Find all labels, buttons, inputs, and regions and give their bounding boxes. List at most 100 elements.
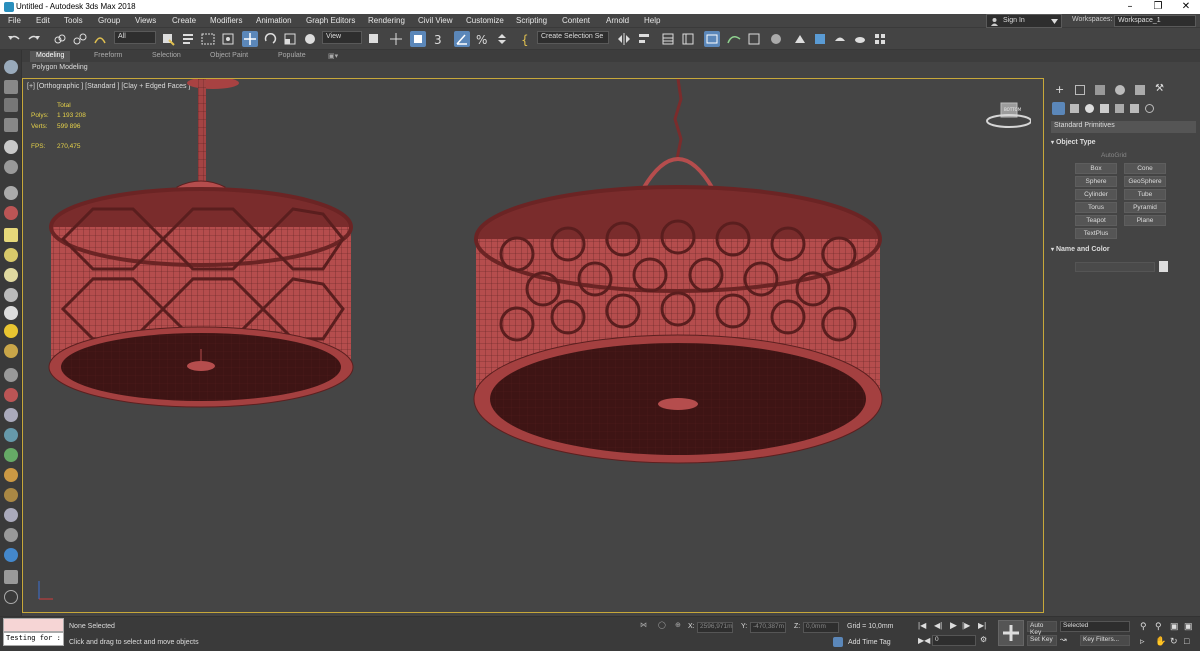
select-object-icon[interactable] bbox=[160, 31, 176, 47]
zoom-extents-icon[interactable]: ▣ bbox=[1170, 621, 1179, 632]
set-keys-button[interactable] bbox=[998, 620, 1024, 646]
menu-tools[interactable]: Tools bbox=[64, 16, 83, 25]
menu-content[interactable]: Content bbox=[562, 16, 590, 25]
sun-icon[interactable] bbox=[4, 324, 18, 338]
tab-modeling[interactable]: Modeling bbox=[30, 51, 71, 62]
menu-file[interactable]: File bbox=[8, 16, 21, 25]
named-selection-dropdown[interactable]: Create Selection Se bbox=[537, 31, 609, 44]
menu-rendering[interactable]: Rendering bbox=[368, 16, 405, 25]
mirror-icon[interactable] bbox=[616, 31, 632, 47]
hierarchy-tab-icon[interactable] bbox=[1095, 85, 1105, 95]
align-icon[interactable] bbox=[636, 31, 652, 47]
render-icon[interactable] bbox=[4, 548, 18, 562]
zoom-extents-all-icon[interactable]: ▣ bbox=[1184, 621, 1193, 632]
a360-gallery-icon[interactable] bbox=[872, 31, 888, 47]
disc-icon[interactable] bbox=[4, 344, 18, 358]
create-tab-icon[interactable]: + bbox=[1055, 83, 1064, 96]
menu-edit[interactable]: Edit bbox=[36, 16, 50, 25]
cameras-category-icon[interactable] bbox=[1100, 104, 1109, 113]
workspace-dropdown[interactable]: Workspace_1 bbox=[1114, 15, 1196, 27]
previous-frame-icon[interactable]: ◀| bbox=[934, 621, 942, 630]
selection-lock-icon[interactable]: ◯ bbox=[658, 621, 666, 629]
zoom-all-icon[interactable]: ⚲ bbox=[1155, 621, 1162, 632]
object-name-field[interactable] bbox=[1075, 262, 1155, 272]
menu-civil-view[interactable]: Civil View bbox=[418, 16, 453, 25]
scene-explorer-icon[interactable] bbox=[4, 80, 18, 94]
help-icon[interactable] bbox=[4, 590, 18, 604]
auto-key-button[interactable]: Auto Key bbox=[1027, 621, 1057, 636]
display-tab-icon[interactable] bbox=[1135, 85, 1145, 95]
reference-coordinate-dropdown[interactable]: View bbox=[322, 31, 362, 44]
object-color-swatch[interactable] bbox=[1159, 261, 1168, 272]
menu-arnold[interactable]: Arnold bbox=[606, 16, 629, 25]
time-config-icon[interactable]: ⚙ bbox=[980, 635, 987, 644]
object-type-rollout-header[interactable]: ▾ Object Type bbox=[1051, 139, 1196, 150]
box-button[interactable]: Box bbox=[1075, 163, 1117, 174]
isolate-selection-icon[interactable]: ⋈ bbox=[640, 621, 647, 629]
modify-tab-icon[interactable] bbox=[1075, 85, 1085, 95]
go-to-end-icon[interactable]: ▶| bbox=[978, 621, 986, 630]
menu-animation[interactable]: Animation bbox=[256, 16, 292, 25]
go-to-start-icon[interactable]: |◀ bbox=[918, 621, 926, 630]
select-and-scale-icon[interactable] bbox=[282, 31, 298, 47]
unlink-icon[interactable] bbox=[72, 31, 88, 47]
teapot-icon[interactable] bbox=[4, 160, 18, 174]
x-coordinate-field[interactable]: 2596,971m bbox=[697, 622, 733, 633]
close-icon[interactable]: ✕ bbox=[1172, 0, 1200, 14]
name-and-color-rollout-header[interactable]: ▾ Name and Color bbox=[1051, 246, 1196, 257]
menu-views[interactable]: Views bbox=[135, 16, 156, 25]
time-tag-icon[interactable] bbox=[833, 637, 843, 647]
helpers-category-icon[interactable] bbox=[1115, 104, 1124, 113]
bind-space-warp-icon[interactable] bbox=[92, 31, 108, 47]
link-icon[interactable] bbox=[52, 31, 68, 47]
select-and-rotate-icon[interactable] bbox=[262, 31, 278, 47]
next-frame-icon[interactable]: |▶ bbox=[962, 621, 970, 630]
menu-create[interactable]: Create bbox=[172, 16, 196, 25]
render-production-icon[interactable] bbox=[832, 31, 848, 47]
systems-category-icon[interactable] bbox=[1145, 104, 1154, 113]
teapot-button[interactable]: Teapot bbox=[1075, 215, 1117, 226]
sign-in-button[interactable]: Sign In bbox=[986, 14, 1062, 28]
tab-object-paint[interactable]: Object Paint bbox=[204, 51, 254, 62]
snaps-toggle-icon[interactable]: 3 bbox=[432, 31, 448, 47]
shapes-category-icon[interactable] bbox=[1070, 104, 1079, 113]
space-warps-category-icon[interactable] bbox=[1130, 104, 1139, 113]
key-selection-dropdown[interactable]: Selected bbox=[1060, 621, 1130, 632]
z-coordinate-field[interactable]: 0,0mm bbox=[803, 622, 839, 633]
select-by-name-icon[interactable] bbox=[180, 31, 196, 47]
play-icon[interactable]: ▶ bbox=[950, 620, 957, 631]
toggle-layer-explorer-icon[interactable] bbox=[680, 31, 696, 47]
keyboard-shortcut-override-icon[interactable] bbox=[410, 31, 426, 47]
autogrid-checkbox[interactable]: AutoGrid bbox=[1101, 152, 1127, 159]
utilities-tab-icon[interactable]: ⚒ bbox=[1155, 83, 1164, 94]
globe-icon[interactable] bbox=[4, 408, 18, 422]
hair-icon[interactable] bbox=[4, 388, 18, 402]
material-editor-icon[interactable] bbox=[768, 31, 784, 47]
light-bulb-icon[interactable] bbox=[4, 140, 18, 154]
y-coordinate-field[interactable]: -470,387m bbox=[750, 622, 786, 633]
geometry-category-icon[interactable] bbox=[1052, 102, 1065, 115]
box-primitive-icon[interactable] bbox=[4, 228, 18, 242]
pan-view-icon[interactable]: ✋ bbox=[1155, 636, 1166, 647]
angle-snap-icon[interactable] bbox=[454, 31, 470, 47]
right-lamp-mesh[interactable] bbox=[473, 79, 883, 464]
layer-list-icon[interactable] bbox=[4, 98, 18, 112]
plane-button[interactable]: Plane bbox=[1124, 215, 1166, 226]
default-in-out-tangents-icon[interactable]: ↝ bbox=[1060, 635, 1067, 644]
motion-tab-icon[interactable] bbox=[1115, 85, 1125, 95]
render-in-cloud-icon[interactable] bbox=[852, 31, 868, 47]
textplus-button[interactable]: TextPlus bbox=[1075, 228, 1117, 239]
key-filters-button[interactable]: Key Filters... bbox=[1080, 635, 1130, 646]
rendered-frame-window-icon[interactable] bbox=[812, 31, 828, 47]
place-icon[interactable] bbox=[302, 31, 318, 47]
menu-scripting[interactable]: Scripting bbox=[516, 16, 547, 25]
select-manipulate-icon[interactable] bbox=[388, 31, 404, 47]
selection-filter-dropdown[interactable]: All bbox=[114, 31, 156, 44]
shading-sphere-icon[interactable] bbox=[4, 508, 18, 522]
window-crossing-icon[interactable] bbox=[220, 31, 236, 47]
toggle-scene-explorer-icon[interactable] bbox=[660, 31, 676, 47]
primitive-category-dropdown[interactable]: Standard Primitives bbox=[1051, 121, 1196, 133]
world-icon[interactable] bbox=[4, 428, 18, 442]
tab-selection[interactable]: Selection bbox=[146, 51, 187, 62]
particles-icon[interactable] bbox=[4, 206, 18, 220]
